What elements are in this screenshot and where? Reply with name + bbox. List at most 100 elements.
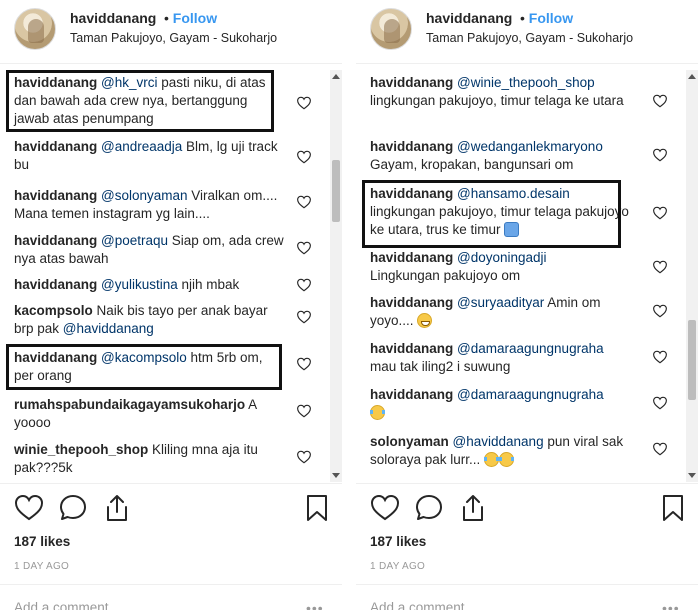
comment-mention[interactable]: @solonyaman xyxy=(101,188,188,203)
comment-mention[interactable]: @yulikustina xyxy=(101,277,178,292)
comment-username[interactable]: haviddanang xyxy=(14,139,97,154)
bookmark-icon[interactable] xyxy=(302,493,332,523)
avatar[interactable] xyxy=(370,8,412,50)
comment-mention[interactable]: @damaraagungnugraha xyxy=(457,387,604,402)
tears-of-joy-emoji xyxy=(499,452,515,467)
avatar[interactable] xyxy=(14,8,56,50)
comment-mention[interactable]: @winie_thepooh_shop xyxy=(457,75,595,90)
heart-outline-icon[interactable] xyxy=(296,310,312,324)
scroll-thumb[interactable] xyxy=(688,320,696,400)
scroll-thumb[interactable] xyxy=(332,160,340,222)
comments-scrollbar[interactable] xyxy=(330,70,342,482)
comment-mention[interactable]: @damaraagungnugraha xyxy=(457,341,604,356)
post-panel-left: haviddanang • Follow Taman Pakujoyo, Gay… xyxy=(0,0,342,610)
comments-scrollbar[interactable] xyxy=(686,70,698,482)
heart-outline-icon[interactable] xyxy=(652,396,668,410)
more-options-icon[interactable]: ••• xyxy=(662,600,680,610)
heart-outline-icon[interactable] xyxy=(296,241,312,255)
heart-outline-icon[interactable] xyxy=(296,450,312,464)
comment-username[interactable]: kacompsolo xyxy=(14,303,93,318)
heart-outline-icon[interactable] xyxy=(296,278,312,292)
heart-icon[interactable] xyxy=(14,493,44,523)
heart-icon[interactable] xyxy=(370,493,400,523)
divider xyxy=(356,584,698,585)
heart-outline-icon[interactable] xyxy=(652,94,668,108)
post-header: haviddanang • Follow Taman Pakujoyo, Gay… xyxy=(0,0,342,64)
highlight-box xyxy=(6,344,282,390)
highlight-box xyxy=(6,70,274,132)
comment-mention[interactable]: @wedanganlekmaryono xyxy=(457,139,603,154)
comment-mention[interactable]: @haviddanang xyxy=(63,321,154,336)
comment-username[interactable]: haviddanang xyxy=(370,387,453,402)
likes-count[interactable]: 187 likes xyxy=(370,534,426,549)
scroll-down-arrow[interactable] xyxy=(332,473,340,478)
comment-item: haviddanang @damaraagungnugraha xyxy=(370,386,640,422)
heart-outline-icon[interactable] xyxy=(652,260,668,274)
follow-line: • Follow xyxy=(164,10,217,26)
scroll-up-arrow[interactable] xyxy=(332,74,340,79)
comment-mention[interactable]: @haviddanang xyxy=(453,434,544,449)
scroll-down-arrow[interactable] xyxy=(688,473,696,478)
comment-username[interactable]: haviddanang xyxy=(14,277,97,292)
heart-outline-icon[interactable] xyxy=(296,357,312,371)
comment-item: winie_thepooh_shop Kliling mna aja itu p… xyxy=(14,441,284,477)
heart-outline-icon[interactable] xyxy=(652,148,668,162)
comment-text: mau tak iling2 i suwung xyxy=(370,359,511,374)
heart-outline-icon[interactable] xyxy=(652,304,668,318)
post-header: haviddanang • Follow Taman Pakujoyo, Gay… xyxy=(356,0,698,64)
separator-dot: • xyxy=(520,10,525,26)
comment-item: haviddanang @suryaadityar Amin om yoyo..… xyxy=(370,294,640,330)
comment-item: haviddanang @poetraqu Siap om, ada crew … xyxy=(14,232,284,268)
comment-mention[interactable]: @suryaadityar xyxy=(457,295,544,310)
tears-of-joy-emoji xyxy=(370,405,385,420)
comment-mention[interactable]: @poetraqu xyxy=(101,233,168,248)
scroll-up-arrow[interactable] xyxy=(688,74,696,79)
comment-username[interactable]: haviddanang xyxy=(14,188,97,203)
comment-username[interactable]: haviddanang xyxy=(370,75,453,90)
separator-dot: • xyxy=(164,10,169,26)
comments-list: haviddanang @winie_thepooh_shop lingkung… xyxy=(356,70,698,482)
comment-username[interactable]: rumahspabundaikagayamsukoharjo xyxy=(14,397,245,412)
comment-item: kacompsolo Naik bis tayo per anak bayar … xyxy=(14,302,284,338)
comment-item: rumahspabundaikagayamsukoharjo A yoooo xyxy=(14,396,284,432)
comment-text: Lingkungan pakujoyo om xyxy=(370,268,521,283)
share-upload-icon[interactable] xyxy=(458,493,488,523)
follow-button[interactable]: Follow xyxy=(173,10,217,26)
divider xyxy=(356,483,698,484)
highlight-box xyxy=(362,180,621,248)
comment-mention[interactable]: @doyoningadji xyxy=(457,250,547,265)
add-comment-input[interactable]: Add a comment... xyxy=(14,600,120,610)
comment-bubble-icon[interactable] xyxy=(414,493,444,523)
post-username[interactable]: haviddanang xyxy=(70,10,156,26)
comment-bubble-icon[interactable] xyxy=(58,493,88,523)
more-options-icon[interactable]: ••• xyxy=(306,600,324,610)
comment-text: njih mbak xyxy=(177,277,240,292)
comment-mention[interactable]: @andreaadja xyxy=(101,139,182,154)
heart-outline-icon[interactable] xyxy=(296,96,312,110)
comment-username[interactable]: haviddanang xyxy=(370,341,453,356)
post-time: 1 DAY AGO xyxy=(370,561,426,572)
comment-username[interactable]: winie_thepooh_shop xyxy=(14,442,148,457)
comment-username[interactable]: haviddanang xyxy=(370,250,453,265)
heart-outline-icon[interactable] xyxy=(652,350,668,364)
divider xyxy=(0,584,342,585)
post-actions xyxy=(0,493,342,525)
comment-username[interactable]: solonyaman xyxy=(370,434,449,449)
heart-outline-icon[interactable] xyxy=(296,404,312,418)
heart-outline-icon[interactable] xyxy=(652,206,668,220)
heart-outline-icon[interactable] xyxy=(652,442,668,456)
likes-count[interactable]: 187 likes xyxy=(14,534,70,549)
comment-username[interactable]: haviddanang xyxy=(14,233,97,248)
location-link[interactable]: Taman Pakujoyo, Gayam - Sukoharjo xyxy=(426,31,633,45)
add-comment-input[interactable]: Add a comment... xyxy=(370,600,476,610)
location-link[interactable]: Taman Pakujoyo, Gayam - Sukoharjo xyxy=(70,31,277,45)
comment-username[interactable]: haviddanang xyxy=(370,139,453,154)
follow-button[interactable]: Follow xyxy=(529,10,573,26)
comment-username[interactable]: haviddanang xyxy=(370,295,453,310)
follow-line: • Follow xyxy=(520,10,573,26)
bookmark-icon[interactable] xyxy=(658,493,688,523)
share-upload-icon[interactable] xyxy=(102,493,132,523)
heart-outline-icon[interactable] xyxy=(296,195,312,209)
heart-outline-icon[interactable] xyxy=(296,150,312,164)
post-username[interactable]: haviddanang xyxy=(426,10,512,26)
